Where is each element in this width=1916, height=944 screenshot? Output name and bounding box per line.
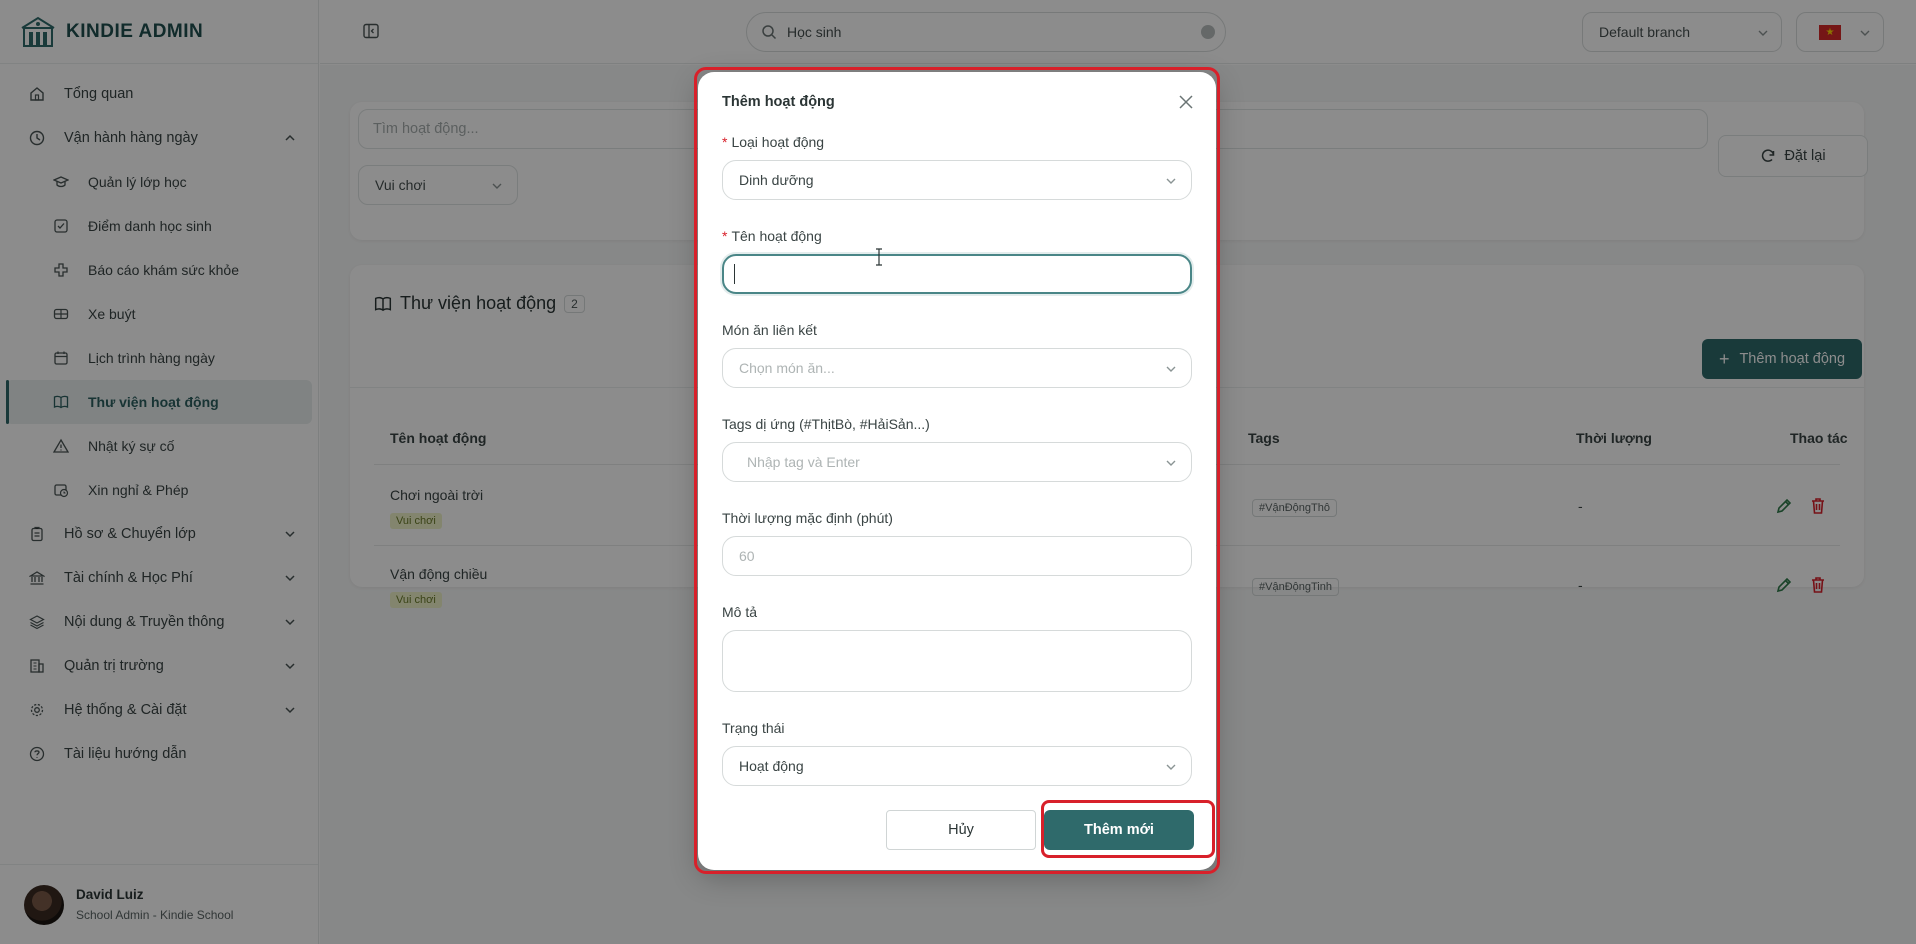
highlight-frame-submit — [1041, 800, 1215, 858]
highlight-frame-dialog — [694, 67, 1220, 874]
text-cursor-icon — [876, 248, 882, 266]
